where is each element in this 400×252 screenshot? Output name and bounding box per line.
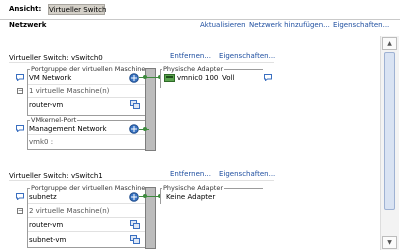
vswitch0-bar [145, 68, 156, 151]
refresh-link[interactable]: Aktualisieren [200, 21, 246, 29]
speech-bubble-icon[interactable] [16, 125, 24, 134]
adapter-name[interactable]: vmnic0 [177, 74, 203, 82]
row-divider [28, 134, 152, 135]
connection-dot [143, 75, 147, 79]
vm-icon[interactable] [130, 220, 140, 231]
adapter-speed: 100 [205, 74, 219, 82]
vm-icon[interactable] [130, 100, 140, 111]
connection-dot [143, 127, 147, 131]
vswitch1-portgroup-name[interactable]: subnetz [29, 193, 57, 201]
vswitch1-remove-link[interactable]: Entfernen... [170, 170, 211, 178]
vswitch0-remove-link[interactable]: Entfernen... [170, 52, 211, 60]
view-switch-tab[interactable]: Virtueller Switch [48, 4, 106, 15]
row-divider [28, 84, 152, 85]
vswitch1-properties-link[interactable]: Eigenschaften... [219, 170, 275, 178]
vm-name[interactable]: subnet-vm [29, 236, 66, 244]
vswitch1-title: Virtueller Switch: vSwitch1 [9, 172, 103, 180]
vswitch1-adapters-title: Physische Adapter [162, 184, 225, 192]
collapse-toggle[interactable]: − [17, 208, 23, 214]
vswitch0-title: Virtueller Switch: vSwitch0 [9, 54, 103, 62]
vswitch0-properties-link[interactable]: Eigenschaften... [219, 52, 275, 60]
vertical-scrollbar[interactable]: ▲ ▼ [380, 36, 399, 250]
vswitch0-vm-count: 1 virtuelle Maschine(n) [29, 87, 110, 95]
row-divider [28, 203, 152, 204]
vswitch0-vmkernel-name[interactable]: Management Network [29, 125, 107, 133]
vswitch1-portgroup-title: Portgruppe der virtuellen Maschine [30, 184, 147, 192]
no-adapter-text: Keine Adapter [166, 193, 216, 201]
row-divider [28, 231, 152, 232]
divider [0, 19, 400, 20]
vm-icon[interactable] [130, 235, 140, 246]
connection-dot [143, 194, 147, 198]
collapse-toggle[interactable]: − [17, 88, 23, 94]
nic-icon [164, 74, 175, 84]
speech-bubble-icon[interactable] [16, 193, 24, 202]
vswitch1-separator [9, 180, 274, 181]
scroll-thumb[interactable] [384, 52, 395, 210]
section-title: Netzwerk [9, 21, 47, 29]
vswitch0-portgroup-title: Portgruppe der virtuellen Maschine [30, 65, 147, 73]
speech-bubble-icon[interactable] [264, 74, 272, 83]
vswitch0-vmkernel-ip: vmk0 : [29, 138, 54, 146]
add-network-link[interactable]: Netzwerk hinzufügen... [249, 21, 330, 29]
vswitch0-portgroup-name[interactable]: VM Network [29, 74, 71, 82]
vswitch0-vmkernel-title: VMkernel-Port [30, 116, 78, 124]
scroll-down-button[interactable]: ▼ [382, 236, 397, 249]
adapter-duplex: Voll [222, 74, 235, 82]
view-label: Ansicht: [9, 5, 42, 13]
vm-name[interactable]: router-vm [29, 221, 63, 229]
vswitch0-separator [9, 62, 274, 63]
row-divider [28, 97, 152, 98]
vswitch0-adapters-title: Physische Adapter [162, 65, 225, 73]
speech-bubble-icon[interactable] [16, 74, 24, 83]
properties-link[interactable]: Eigenschaften... [333, 21, 389, 29]
row-divider [28, 217, 152, 218]
vswitch1-vm-count: 2 virtuelle Maschine(n) [29, 207, 110, 215]
vm-name[interactable]: router-vm [29, 101, 63, 109]
scroll-up-button[interactable]: ▲ [382, 37, 397, 50]
